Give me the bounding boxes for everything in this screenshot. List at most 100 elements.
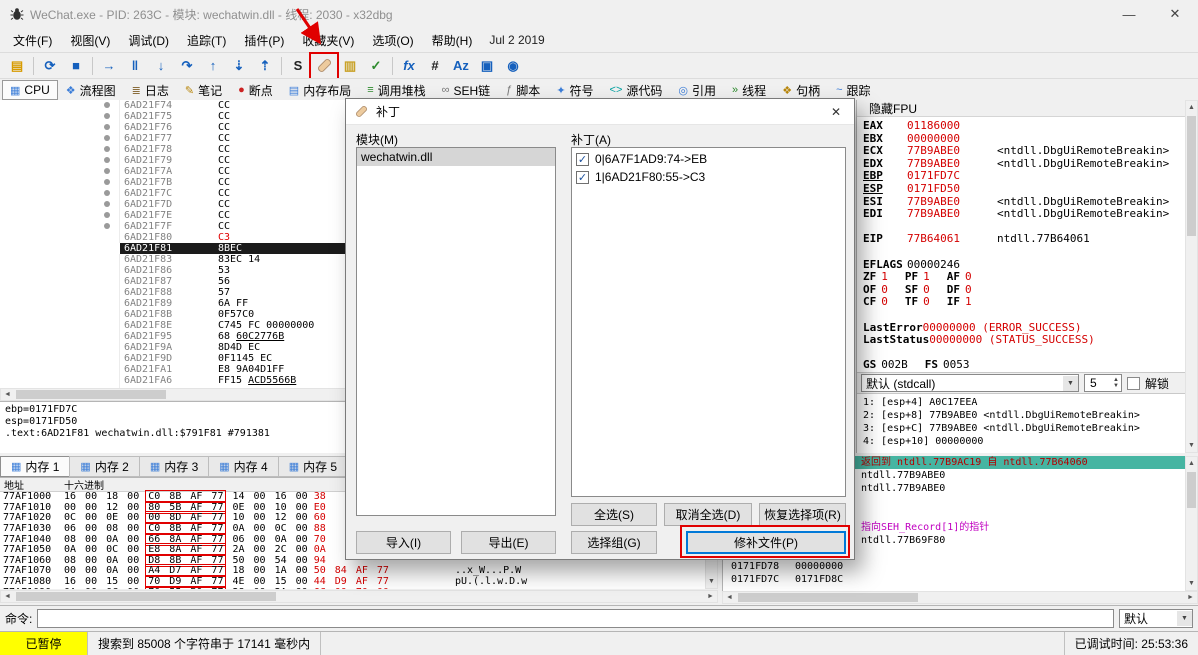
scroll-thumb[interactable]	[1187, 116, 1196, 236]
select-all-button[interactable]: 全选(S)	[571, 503, 657, 526]
hide-fpu-button[interactable]: 隐藏FPU	[857, 100, 1198, 117]
argument-count-stepper[interactable]: 5 ▲ ▼	[1084, 374, 1122, 392]
scroll-thumb[interactable]	[16, 390, 166, 399]
plugin-icon[interactable]: S	[286, 55, 310, 77]
menu-item-3[interactable]: 调试(D)	[119, 29, 178, 52]
module-list-item[interactable]: wechatwin.dll	[357, 148, 555, 166]
patch-file-button[interactable]: 修补文件(P)	[686, 531, 846, 554]
close-button[interactable]: ✕	[1152, 0, 1198, 28]
memory-tab-4[interactable]: ▦ 内存 4	[208, 456, 279, 477]
favorites-icon[interactable]: ▥	[338, 55, 362, 77]
scroll-up-arrow[interactable]: ▲	[1186, 101, 1197, 114]
patch-item-1[interactable]: ✓ 0|6A7F1AD9:74->EB	[574, 150, 843, 168]
tab-threads[interactable]: » 线程	[724, 80, 774, 100]
hash-icon[interactable]: #	[423, 55, 447, 77]
unlock-checkbox[interactable]	[1127, 376, 1140, 390]
scroll-down-arrow[interactable]: ▼	[706, 575, 717, 588]
tab-handles[interactable]: ❖ 句柄	[774, 80, 828, 100]
tab-cpu[interactable]: ▦ CPU	[2, 80, 58, 100]
register-row[interactable]: CF 0 TF 0 IF 1	[863, 296, 1192, 309]
fx-icon[interactable]: fx	[397, 55, 421, 77]
scroll-right-arrow[interactable]: ►	[704, 591, 717, 602]
register-row[interactable]: LastStatus00000000 (STATUS_SUCCESS)	[863, 333, 1192, 347]
patch-checkbox[interactable]: ✓	[576, 152, 589, 166]
register-row[interactable]: ZF 1 PF 1 AF 0	[863, 270, 1192, 284]
register-row[interactable]: EIP 77B64061 ntdll.77B64061	[863, 233, 1192, 246]
scroll-right-arrow[interactable]: ►	[1184, 592, 1197, 603]
tab-trace[interactable]: ~ 跟踪	[828, 80, 878, 100]
calling-convention-select[interactable]: 默认 (stdcall) ▼	[861, 374, 1079, 392]
tab-call-stack[interactable]: ≡ 调用堆栈	[359, 80, 433, 100]
menu-item-5[interactable]: 插件(P)	[235, 29, 293, 52]
register-row[interactable]: EDI 77B9ABE0 <ntdll.DbgUiRemoteBreakin>	[863, 207, 1192, 221]
step-over-icon[interactable]: ↷	[175, 55, 199, 77]
scroll-track[interactable]	[14, 591, 704, 602]
scroll-down-arrow[interactable]: ▼	[1186, 577, 1197, 590]
menu-item-7[interactable]: 选项(O)	[363, 29, 422, 52]
stack-row[interactable]: 0171FD78 00000000	[723, 560, 1198, 573]
module-list[interactable]: wechatwin.dll	[356, 147, 556, 516]
patch-icon[interactable]	[309, 51, 339, 80]
restore-selected-button[interactable]: 恢复选择项(R)	[759, 503, 846, 526]
step-out-icon[interactable]: ↑	[201, 55, 225, 77]
tab-source[interactable]: <> 源代码	[602, 80, 671, 100]
scroll-left-arrow[interactable]: ◄	[1, 389, 14, 400]
stack-hscrollbar[interactable]: ◄ ►	[722, 591, 1198, 604]
deselect-all-button[interactable]: 取消全选(D)	[664, 503, 752, 526]
memory-hscrollbar[interactable]: ◄ ►	[0, 590, 718, 603]
memory-tab-1[interactable]: ▦ 内存 1	[0, 456, 71, 477]
register-row[interactable]	[863, 246, 1192, 259]
compare-icon[interactable]: ✓	[364, 55, 388, 77]
memory-tab-2[interactable]: ▦ 内存 2	[69, 456, 140, 477]
az-icon[interactable]: Az	[449, 55, 473, 77]
chevron-down-icon[interactable]: ▼	[1063, 375, 1078, 391]
menu-item-1[interactable]: 文件(F)	[4, 29, 61, 52]
minimize-button[interactable]: —	[1106, 0, 1152, 28]
scroll-thumb[interactable]	[738, 593, 918, 602]
patch-item-2[interactable]: ✓ 1|6AD21F80:55->C3	[574, 168, 843, 186]
open-file-icon[interactable]: ▤	[5, 55, 29, 77]
scroll-left-arrow[interactable]: ◄	[723, 592, 736, 603]
scroll-track[interactable]	[1186, 470, 1197, 577]
chevron-down-icon[interactable]: ▼	[1177, 611, 1192, 626]
memory-tab-5[interactable]: ▦ 内存 5	[277, 456, 349, 477]
step-into-icon[interactable]: ↓	[149, 55, 173, 77]
register-row[interactable]	[863, 309, 1192, 322]
tab-seh[interactable]: ∞ SEH链	[434, 80, 499, 100]
pause-icon[interactable]: ‖	[123, 55, 147, 77]
dialog-close-button[interactable]: ✕	[818, 99, 854, 125]
tab-log[interactable]: ≣ 日志	[124, 80, 177, 100]
register-row[interactable]	[863, 347, 1192, 360]
tab-script[interactable]: ƒ 脚本	[498, 80, 548, 100]
registers-vscrollbar[interactable]: ▲ ▼	[1185, 100, 1198, 453]
stack-vscrollbar[interactable]: ▲ ▼	[1185, 456, 1198, 591]
trace-over-icon[interactable]: ⇡	[253, 55, 277, 77]
window-icon[interactable]: ▣	[475, 55, 499, 77]
notify-icon[interactable]: ◉	[501, 55, 525, 77]
tab-symbols[interactable]: ✦ 符号	[548, 80, 601, 100]
pick-groups-button[interactable]: 选择组(G)	[571, 531, 657, 554]
tab-graph[interactable]: ❖ 流程图	[58, 80, 124, 100]
argument-row-2[interactable]: 2: [esp+8] 77B9ABE0 <ntdll.DbgUiRemoteBr…	[863, 409, 1192, 422]
tab-references[interactable]: ◎ 引用	[670, 80, 724, 100]
menu-item-4[interactable]: 追踪(T)	[178, 29, 235, 52]
export-button[interactable]: 导出(E)	[461, 531, 556, 554]
argument-row-4[interactable]: 4: [esp+10] 00000000	[863, 435, 1192, 448]
scroll-track[interactable]	[736, 592, 1184, 603]
register-row[interactable]: EAX 01186000	[863, 119, 1192, 133]
stop-icon[interactable]: ■	[64, 55, 88, 77]
tab-memory-map[interactable]: ▤ 内存布局	[281, 80, 359, 100]
stack-row[interactable]: 0171FD7C 0171FD8C	[723, 573, 1198, 586]
patch-checkbox[interactable]: ✓	[576, 170, 589, 184]
tab-notes[interactable]: ✎ 笔记	[177, 80, 230, 100]
register-row[interactable]: GS 002B FS 0053	[863, 358, 1192, 372]
dialog-title-bar[interactable]: 补丁 ✕	[346, 99, 854, 125]
tab-breakpoints[interactable]: ● 断点	[230, 80, 281, 100]
command-mode-select[interactable]: 默认 ▼	[1119, 609, 1193, 628]
scroll-up-arrow[interactable]: ▲	[1186, 457, 1197, 470]
menu-item-6[interactable]: 收藏夹(V)	[293, 29, 363, 52]
memory-row[interactable]: 77AF10900A 00 0C 00 70 55 B0 77 28 00 2A 0…	[0, 585, 718, 589]
argument-row-1[interactable]: 1: [esp+4] A0C17EEA	[863, 396, 1192, 409]
scroll-thumb[interactable]	[1187, 472, 1196, 508]
stepper-arrows-icon[interactable]: ▲ ▼	[1113, 377, 1121, 389]
